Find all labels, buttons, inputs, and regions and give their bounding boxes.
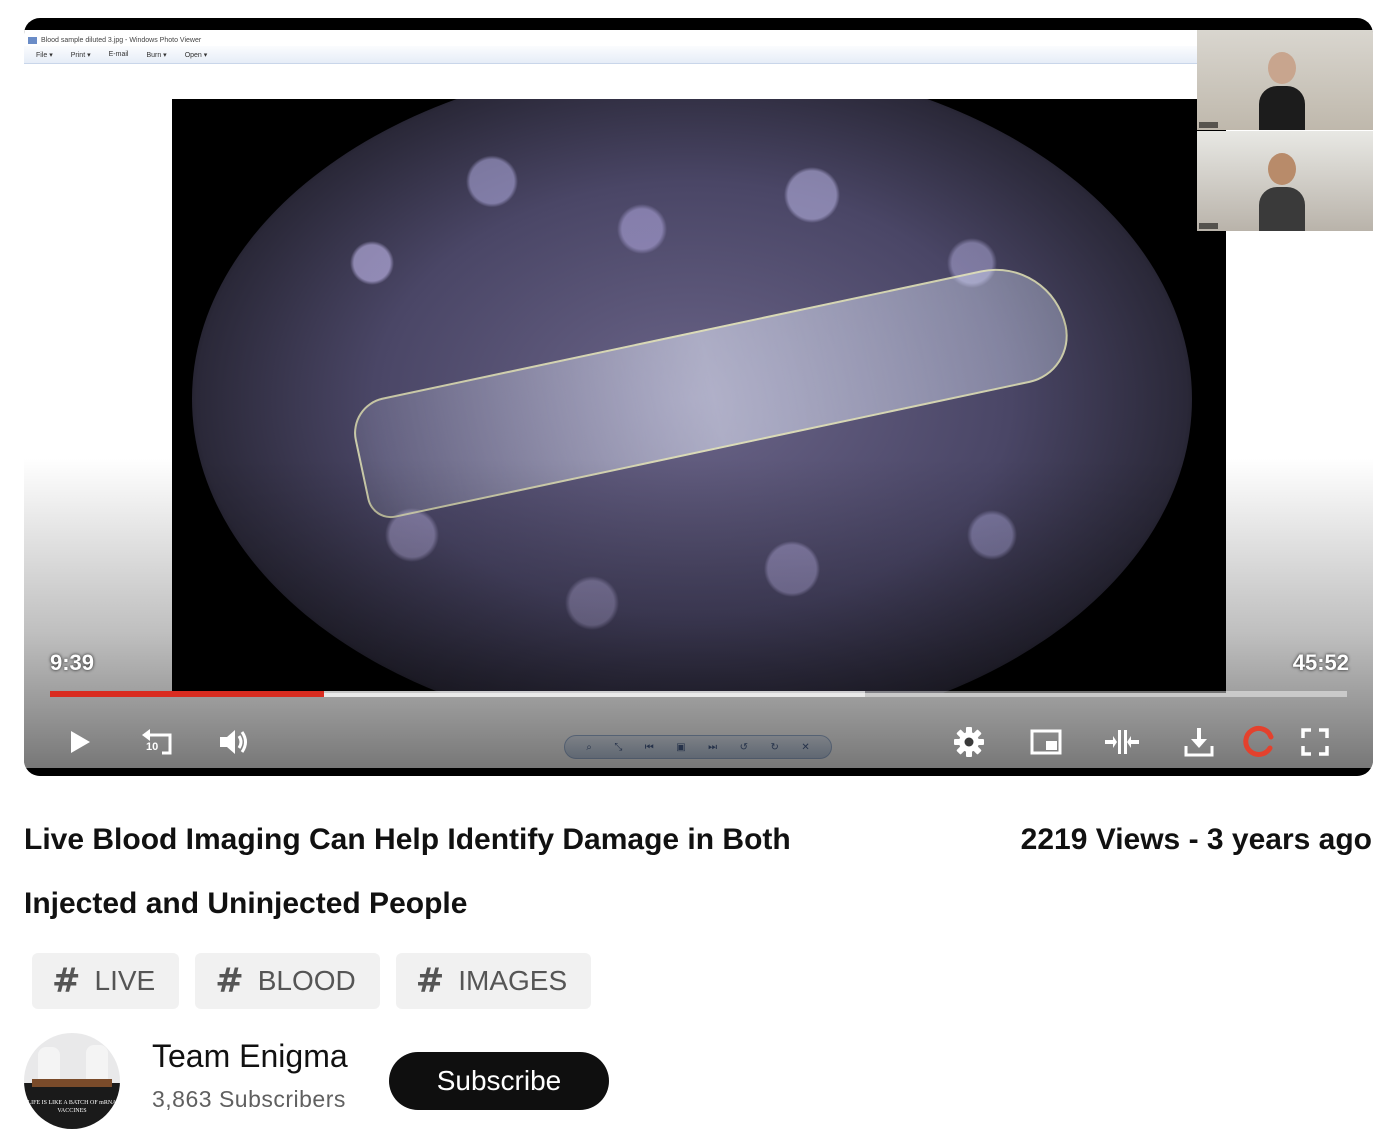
- embedded-menu-item: E-mail: [108, 51, 129, 58]
- participant-video-2: [1197, 131, 1373, 231]
- avatar-figure: [38, 1047, 60, 1083]
- hashtag-chip[interactable]: # LIVE: [32, 953, 180, 1009]
- views-and-date: 2219 Views - 3 years ago: [1020, 823, 1372, 856]
- hashtag-label: IMAGES: [458, 965, 568, 996]
- embedded-menu-item: Open ▾: [184, 51, 208, 59]
- miniplayer-button[interactable]: [1026, 722, 1066, 762]
- theater-mode-button[interactable]: [1102, 722, 1142, 762]
- replay-seconds-label: 10: [146, 741, 159, 753]
- video-duration: 45:52: [1292, 650, 1349, 675]
- play-button[interactable]: [60, 722, 100, 762]
- settings-button[interactable]: [949, 722, 989, 762]
- fullscreen-icon: [1301, 728, 1329, 756]
- download-button[interactable]: [1179, 722, 1219, 762]
- loading-indicator: [1239, 722, 1279, 762]
- replay-10-button[interactable]: 10: [137, 722, 177, 762]
- progress-bar[interactable]: [50, 691, 1347, 697]
- hashtag-label: BLOOD: [257, 965, 356, 996]
- video-frame[interactable]: Blood sample diluted 3.jpg - Windows Pho…: [24, 30, 1373, 768]
- gear-icon: [954, 727, 984, 757]
- fullscreen-button[interactable]: [1295, 722, 1335, 762]
- hashtag-label: LIVE: [94, 965, 156, 996]
- download-icon: [1184, 728, 1214, 757]
- hashtag-list: # LIVE # BLOOD # IMAGES: [32, 953, 592, 1009]
- theater-mode-icon: [1105, 730, 1139, 754]
- channel-name[interactable]: Team Enigma: [152, 1038, 348, 1075]
- embedded-menu-item: Print ▾: [70, 51, 91, 59]
- embedded-window-title: Blood sample diluted 3.jpg - Windows Pho…: [41, 36, 202, 44]
- hashtag-icon: #: [415, 961, 445, 1001]
- video-player[interactable]: Blood sample diluted 3.jpg - Windows Pho…: [24, 18, 1373, 776]
- subscriber-count: 3,863 Subscribers: [152, 1086, 346, 1112]
- volume-icon: [220, 730, 247, 754]
- embedded-menubar: File ▾ Print ▾ E-mail Burn ▾ Open ▾: [24, 46, 1197, 64]
- hashtag-chip[interactable]: # IMAGES: [395, 953, 592, 1009]
- loading-spinner-icon: [1243, 725, 1274, 757]
- participant-name-tag: [1199, 223, 1219, 229]
- participant-figure: [1259, 153, 1305, 231]
- player-controls: 10: [24, 718, 1373, 766]
- current-time: 9:39: [50, 650, 95, 675]
- participant-figure: [1259, 52, 1305, 130]
- subscribe-button[interactable]: Subscribe: [389, 1052, 609, 1110]
- avatar-bench: [32, 1079, 112, 1087]
- hashtag-icon: #: [215, 961, 244, 1001]
- hashtag-icon: #: [52, 961, 81, 1001]
- embedded-menu-item: Burn ▾: [146, 51, 167, 59]
- avatar-caption: LIFE IS LIKE A BATCH OF mRNA VACCINES: [27, 1100, 117, 1114]
- hashtag-chip[interactable]: # BLOOD: [195, 953, 380, 1009]
- played-bar: [50, 691, 324, 697]
- embedded-window-titlebar: Blood sample diluted 3.jpg - Windows Pho…: [28, 34, 1198, 46]
- participant-name-tag: [1199, 122, 1219, 128]
- volume-button[interactable]: [214, 722, 254, 762]
- play-icon: [71, 731, 90, 753]
- microscope-image: [172, 99, 1226, 693]
- video-title: Live Blood Imaging Can Help Identify Dam…: [24, 823, 791, 920]
- photo-viewer-icon: [28, 36, 37, 44]
- embedded-menu-item: File ▾: [36, 51, 53, 59]
- miniplayer-icon: [1030, 729, 1062, 755]
- channel-avatar[interactable]: LIFE IS LIKE A BATCH OF mRNA VACCINES: [24, 1033, 120, 1129]
- avatar-figure: [86, 1045, 108, 1083]
- participant-video-1: [1197, 30, 1373, 130]
